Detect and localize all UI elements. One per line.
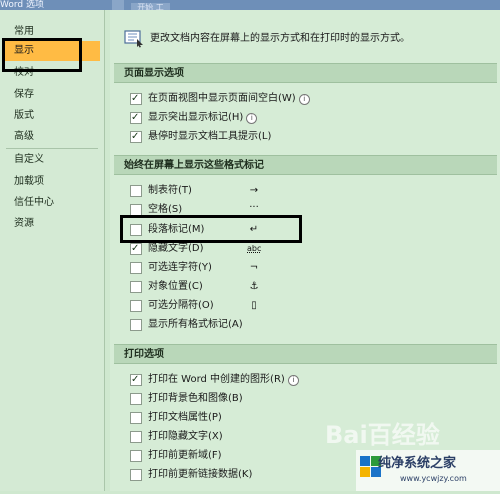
sidebar-item-resources[interactable]: 资源	[14, 214, 34, 234]
option-label: 显示所有格式标记(A)	[148, 319, 243, 330]
checkbox[interactable]	[130, 109, 142, 127]
option-label: 打印隐藏文字(X)	[148, 431, 223, 442]
sidebar-item-advanced[interactable]: 高级	[14, 127, 34, 147]
info-icon: i	[287, 374, 299, 386]
option-label: 可选分隔符(O)	[148, 300, 214, 311]
checkbox[interactable]	[130, 262, 142, 274]
checkbox[interactable]	[130, 281, 142, 293]
checkbox[interactable]	[130, 90, 142, 108]
sidebar-divider	[6, 148, 98, 149]
option-label: 悬停时显示文档工具提示(L)	[148, 131, 272, 142]
background-tab-fragment	[112, 0, 124, 10]
section-header-print-options: 打印选项	[114, 344, 497, 364]
site-url-watermark: www.ycwjzy.com	[400, 474, 467, 483]
checkbox[interactable]	[130, 185, 142, 197]
anchor-icon: ⚓	[249, 281, 259, 292]
window-title: Word 选项	[0, 0, 44, 10]
option-update-links[interactable]: 打印前更新链接数据(K)	[130, 466, 252, 484]
option-object-anchors[interactable]: 对象位置(C)	[130, 278, 203, 296]
option-label: 空格(S)	[148, 204, 183, 215]
checkbox[interactable]	[130, 412, 142, 424]
sidebar-item-customize[interactable]: 自定义	[14, 150, 44, 170]
panel-description-text: 更改文档内容在屏幕上的显示方式和在打印时的显示方式。	[150, 33, 410, 44]
option-print-properties[interactable]: 打印文档属性(P)	[130, 409, 222, 427]
option-label: 打印前更新域(F)	[148, 450, 222, 461]
tab-mark-icon: →	[249, 185, 259, 196]
option-optional-hyphens[interactable]: 可选连字符(Y)	[130, 259, 212, 277]
option-label: 打印文档属性(P)	[148, 412, 222, 423]
checkbox[interactable]	[130, 431, 142, 443]
checkbox[interactable]	[130, 240, 142, 258]
checkbox[interactable]	[130, 128, 142, 146]
option-show-highlighter[interactable]: 显示突出显示标记(H)i	[130, 109, 258, 127]
option-print-drawings[interactable]: 打印在 Word 中创建的图形(R)i	[130, 371, 299, 389]
sidebar-item-typography[interactable]: 版式	[14, 106, 34, 126]
checkbox[interactable]	[130, 469, 142, 481]
option-show-all-marks[interactable]: 显示所有格式标记(A)	[130, 316, 243, 334]
sidebar-item-addins[interactable]: 加载项	[14, 172, 44, 192]
sidebar-item-trust-center[interactable]: 信任中心	[14, 193, 54, 213]
option-label: 制表符(T)	[148, 185, 192, 196]
option-show-whitespace[interactable]: 在页面视图中显示页面间空白(W)i	[130, 90, 310, 108]
site-name-watermark: 纯净系统之家	[378, 456, 457, 471]
panel-description: 更改文档内容在屏幕上的显示方式和在打印时的显示方式。	[124, 28, 410, 50]
section-header-page-display: 页面显示选项	[114, 63, 497, 83]
checkbox[interactable]	[130, 319, 142, 331]
option-update-fields[interactable]: 打印前更新域(F)	[130, 447, 222, 465]
monitor-icon	[124, 30, 144, 48]
hyphen-mark-icon: ¬	[249, 262, 259, 273]
option-label: 在页面视图中显示页面间空白(W)	[148, 93, 296, 104]
highlight-box-display	[2, 38, 82, 72]
checkbox[interactable]	[130, 300, 142, 312]
option-label: 隐藏文字(D)	[148, 243, 204, 254]
section-header-formatting-marks: 始终在屏幕上显示这些格式标记	[114, 155, 497, 175]
break-mark-icon: ▯	[251, 300, 257, 311]
highlight-box-paragraph-marks	[120, 215, 302, 243]
option-print-background[interactable]: 打印背景色和图像(B)	[130, 390, 243, 408]
option-optional-breaks[interactable]: 可选分隔符(O)	[130, 297, 214, 315]
option-label: 可选连字符(Y)	[148, 262, 212, 273]
option-tab-characters[interactable]: 制表符(T)	[130, 182, 192, 200]
title-bar: Word 选项 开始 工	[0, 0, 500, 13]
option-label: 打印背景色和图像(B)	[148, 393, 243, 404]
option-print-hidden-text[interactable]: 打印隐藏文字(X)	[130, 428, 223, 446]
background-tab-strip: 开始 工	[112, 0, 174, 13]
checkbox[interactable]	[130, 371, 142, 389]
option-label: 打印在 Word 中创建的图形(R)	[148, 374, 285, 385]
baidu-watermark: Bai百经验	[325, 421, 440, 449]
option-show-tooltips[interactable]: 悬停时显示文档工具提示(L)	[130, 128, 271, 146]
info-icon: i	[298, 93, 310, 105]
option-label: 对象位置(C)	[148, 281, 203, 292]
info-icon: i	[246, 112, 258, 124]
option-label: 打印前更新链接数据(K)	[148, 469, 253, 480]
option-label: 显示突出显示标记(H)	[148, 112, 244, 123]
checkbox[interactable]	[130, 393, 142, 405]
checkbox[interactable]	[130, 450, 142, 462]
sidebar-item-save[interactable]: 保存	[14, 85, 34, 105]
